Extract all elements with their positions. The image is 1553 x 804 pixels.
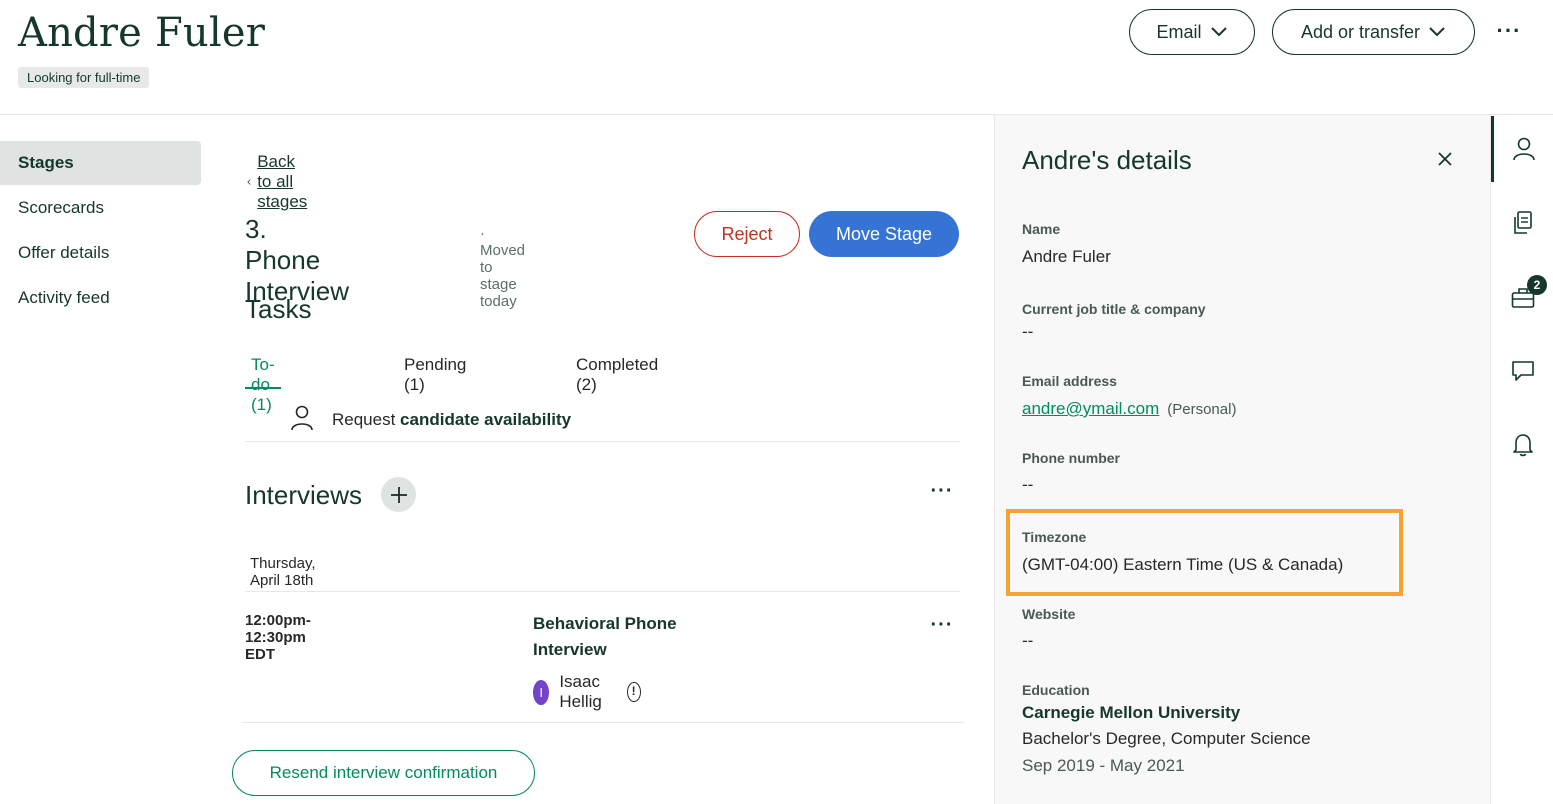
interview-date: Thursday, April 18th: [250, 555, 316, 589]
email-button-label: Email: [1156, 21, 1202, 42]
plus-icon: [390, 486, 407, 503]
profile-sidenav: Stages Scorecards Offer details Activity…: [0, 141, 201, 321]
back-link-label: Back to all stages: [257, 152, 308, 211]
education-label: Education: [1022, 682, 1090, 698]
divider: [245, 591, 960, 592]
rail-jobs-button[interactable]: 2: [1491, 265, 1553, 331]
bell-icon: [1512, 434, 1533, 457]
add-or-transfer-button[interactable]: Add or transfer: [1272, 9, 1475, 55]
rail-notifications-button[interactable]: [1491, 412, 1553, 478]
sidenav-item-stages[interactable]: Stages: [0, 141, 201, 185]
timezone-label: Timezone: [1022, 529, 1087, 545]
email-link[interactable]: andre@ymail.com: [1022, 399, 1159, 418]
chevron-down-icon: [1429, 27, 1445, 37]
person-icon: [291, 405, 313, 431]
candidate-name: Andre Fuler: [18, 10, 266, 56]
chevron-left-icon: [247, 179, 251, 185]
info-icon[interactable]: !: [626, 682, 641, 702]
close-icon[interactable]: [1433, 147, 1457, 171]
comment-icon: [1511, 361, 1534, 381]
move-stage-button[interactable]: Move Stage: [809, 211, 959, 257]
interviews-more-icon[interactable]: ···: [928, 481, 956, 504]
chevron-down-icon: [1210, 27, 1227, 37]
email-button[interactable]: Email: [1129, 9, 1255, 55]
tab-completed[interactable]: Completed (2): [576, 355, 658, 394]
interview-more-icon[interactable]: ···: [928, 615, 956, 638]
back-to-stages-link[interactable]: Back to all stages: [247, 152, 313, 212]
website-label: Website: [1022, 606, 1076, 622]
more-options-icon[interactable]: ···: [1494, 18, 1524, 48]
rail-details-button[interactable]: [1491, 116, 1553, 182]
add-or-transfer-label: Add or transfer: [1300, 21, 1421, 42]
phone-label: Phone number: [1022, 450, 1121, 466]
add-interview-button[interactable]: [381, 477, 416, 512]
jobs-count-badge: 2: [1527, 275, 1547, 295]
sidenav-item-offer-details[interactable]: Offer details: [0, 231, 201, 275]
name-label: Name: [1022, 221, 1061, 237]
avatar: I: [533, 679, 550, 705]
stage-meta: · Moved to stage today: [480, 225, 526, 310]
details-title: Andre's details: [1022, 145, 1192, 175]
education-degree: Bachelor's Degree, Computer Science: [1022, 729, 1311, 748]
phone-value: --: [1022, 475, 1034, 494]
interview-time: 12:00pm-12:30pm EDT: [245, 612, 311, 663]
education-school: Carnegie Mellon University: [1022, 703, 1241, 722]
divider: [242, 722, 964, 723]
interviewer-name: Isaac Hellig: [559, 672, 602, 711]
tab-pending[interactable]: Pending (1): [404, 355, 466, 394]
tasks-heading: Tasks: [245, 294, 312, 324]
interviews-heading: Interviews: [245, 480, 363, 510]
website-value: --: [1022, 631, 1034, 650]
email-label: Email address: [1022, 373, 1117, 389]
person-icon: [1513, 137, 1535, 161]
email-field: andre@ymail.com (Personal): [1022, 399, 1236, 419]
interviewer: I Isaac Hellig !: [533, 672, 641, 712]
name-value: Andre Fuler: [1022, 247, 1111, 266]
resend-confirmation-button[interactable]: Resend interview confirmation: [232, 750, 535, 796]
task-text: Request candidate availability: [332, 410, 571, 430]
email-type: (Personal): [1167, 401, 1237, 418]
job-title-label: Current job title & company: [1022, 301, 1206, 317]
candidate-header: Andre Fuler Looking for full-time Email …: [0, 0, 1553, 115]
interview-name[interactable]: Behavioral Phone Interview: [533, 611, 713, 663]
timezone-value: (GMT-04:00) Eastern Time (US & Canada): [1022, 555, 1344, 574]
task-text-bold: candidate availability: [400, 410, 572, 429]
sidenav-item-scorecards[interactable]: Scorecards: [0, 186, 201, 230]
rail-documents-button[interactable]: [1491, 190, 1553, 256]
job-title-value: --: [1022, 322, 1034, 341]
right-rail: 2: [1490, 115, 1553, 804]
status-tag: Looking for full-time: [18, 67, 150, 88]
rail-comments-button[interactable]: [1491, 338, 1553, 404]
candidate-details-panel: Andre's details Name Andre Fuler Current…: [994, 115, 1490, 804]
education-dates: Sep 2019 - May 2021: [1022, 756, 1185, 775]
sidenav-item-activity-feed[interactable]: Activity feed: [0, 276, 201, 320]
documents-icon: [1513, 211, 1532, 234]
task-item[interactable]: Request candidate availability: [245, 399, 960, 442]
reject-button[interactable]: Reject: [694, 211, 800, 257]
task-text-prefix: Request: [332, 410, 401, 429]
tab-todo[interactable]: To-do (1): [245, 355, 281, 414]
timezone-highlight: [1006, 509, 1403, 596]
